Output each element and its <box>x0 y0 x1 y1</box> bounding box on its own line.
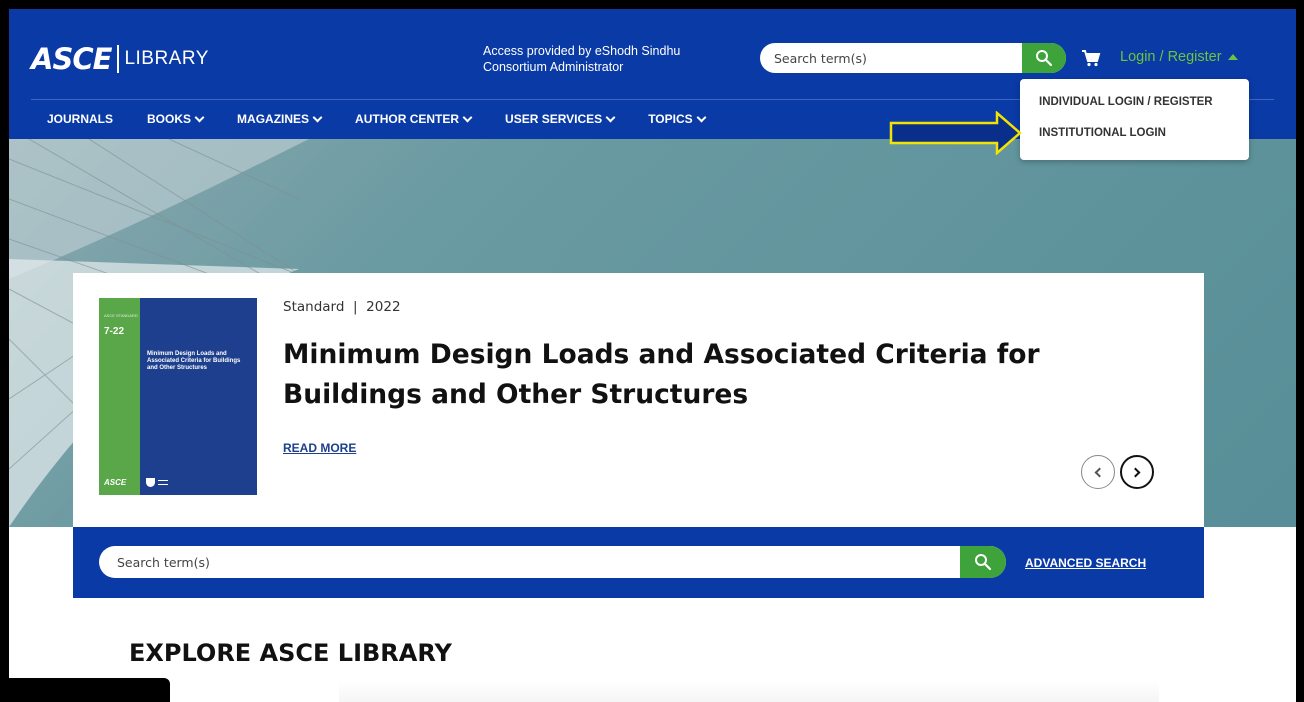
chevron-down-icon <box>605 112 616 122</box>
nav-author-center-label: AUTHOR CENTER <box>355 112 460 126</box>
item-meta: Standard | 2022 <box>283 299 401 315</box>
login-register-link[interactable]: Login / Register <box>1120 49 1238 65</box>
chevron-down-icon <box>462 112 473 122</box>
cover-brand: ASCE <box>104 478 127 487</box>
hero-title[interactable]: Minimum Design Loads and Associated Crit… <box>283 335 1043 415</box>
main-search <box>99 546 1006 578</box>
main-search-button[interactable] <box>960 546 1006 578</box>
nav-topics[interactable]: TOPICS <box>648 112 707 126</box>
caret-up-icon <box>1227 54 1238 60</box>
cover-spine: ASCE STANDARD 7-22 ASCE <box>99 298 140 495</box>
callout-arrow-icon <box>889 111 1022 155</box>
cart-icon[interactable] <box>1081 49 1101 67</box>
nav-journals[interactable]: JOURNALS <box>47 112 113 126</box>
search-band: ADVANCED SEARCH <box>73 527 1204 598</box>
chevron-down-icon <box>312 112 323 122</box>
access-provided-text: Access provided by eShodh Sindhu Consort… <box>483 43 680 75</box>
shield-icon <box>146 478 155 487</box>
login-dropdown: INDIVIDUAL LOGIN / REGISTER INSTITUTIONA… <box>1020 79 1249 160</box>
nav-magazines-label: MAGAZINES <box>237 112 310 126</box>
bottom-tab <box>0 678 170 702</box>
page-frame: ASCE LIBRARY Access provided by eShodh S… <box>9 9 1296 702</box>
meta-type: Standard <box>283 299 345 315</box>
logo-library-text: LIBRARY <box>124 48 209 69</box>
individual-login-option[interactable]: INDIVIDUAL LOGIN / REGISTER <box>1020 96 1249 127</box>
main-search-input[interactable] <box>99 546 959 578</box>
nav-user-services-label: USER SERVICES <box>505 112 603 126</box>
content-preview-shade <box>339 681 1159 702</box>
book-cover-image[interactable]: ASCE STANDARD 7-22 ASCE Minimum Design L… <box>99 298 257 495</box>
meta-separator: | <box>353 299 358 315</box>
cover-face: Minimum Design Loads and Associated Crit… <box>140 298 257 495</box>
login-register-label: Login / Register <box>1120 49 1222 65</box>
search-icon <box>975 554 992 571</box>
cover-number: 7-22 <box>104 326 125 337</box>
featured-card: ASCE STANDARD 7-22 ASCE Minimum Design L… <box>73 273 1204 529</box>
meta-year: 2022 <box>366 299 401 315</box>
logo-divider <box>117 45 120 73</box>
chevron-down-icon <box>194 112 205 122</box>
nav-magazines[interactable]: MAGAZINES <box>237 112 323 126</box>
nav-user-services[interactable]: USER SERVICES <box>505 112 616 126</box>
publisher-mark-icon <box>158 480 168 485</box>
carousel-prev-button[interactable] <box>1081 455 1115 489</box>
header-search-input[interactable] <box>760 43 1022 73</box>
asce-library-logo[interactable]: ASCE LIBRARY <box>31 42 209 76</box>
carousel-next-button[interactable] <box>1120 455 1154 489</box>
header-search <box>760 43 1066 73</box>
search-icon <box>1036 50 1053 67</box>
explore-heading: EXPLORE ASCE LIBRARY <box>129 639 452 667</box>
nav-books-label: BOOKS <box>147 112 192 126</box>
nav-author-center[interactable]: AUTHOR CENTER <box>355 112 473 126</box>
header-search-button[interactable] <box>1022 43 1066 73</box>
chevron-down-icon <box>696 112 707 122</box>
nav-topics-label: TOPICS <box>648 112 693 126</box>
institutional-login-option[interactable]: INSTITUTIONAL LOGIN <box>1020 127 1249 158</box>
access-line-1: Access provided by eShodh Sindhu <box>483 44 681 58</box>
cover-title: Minimum Design Loads and Associated Crit… <box>147 351 241 371</box>
cover-mini-text: ASCE STANDARD <box>104 313 138 318</box>
main-nav: JOURNALS BOOKS MAGAZINES AUTHOR CENTER U… <box>47 112 739 126</box>
logo-brand: ASCE <box>31 42 112 76</box>
chevron-left-icon <box>1094 467 1105 477</box>
nav-journals-label: JOURNALS <box>47 112 114 126</box>
nav-books[interactable]: BOOKS <box>147 112 205 126</box>
chevron-right-icon <box>1130 467 1141 477</box>
access-line-2: Consortium Administrator <box>483 60 624 74</box>
read-more-link[interactable]: READ MORE <box>283 441 356 455</box>
advanced-search-link[interactable]: ADVANCED SEARCH <box>1025 556 1146 570</box>
